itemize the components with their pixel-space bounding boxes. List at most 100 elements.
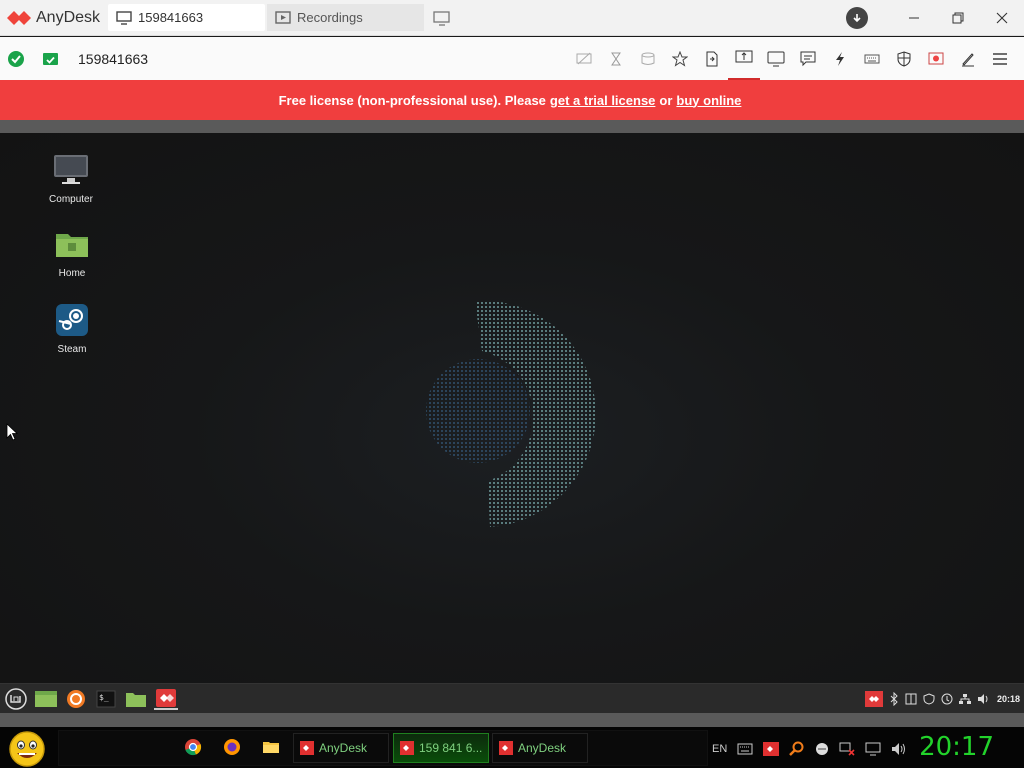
volume-icon[interactable] [977,693,989,705]
anydesk-launcher[interactable] [154,688,178,710]
network-disconnected-icon[interactable] [839,742,855,756]
mint-menu-icon [5,687,27,710]
anydesk-tray-icon[interactable] [864,691,883,707]
local-taskbar: AnyDesk 159 841 6... AnyDesk EN 20:17 [0,727,1024,768]
new-session-icon[interactable] [433,10,451,26]
remote-clock[interactable]: 20:18 [997,694,1020,704]
show-desktop-button[interactable] [34,688,58,710]
display-button[interactable] [760,37,792,80]
desktop-icon-steam[interactable]: Steam [37,303,107,355]
speedometer-icon[interactable] [815,742,829,756]
desktop-icon-label: Steam [57,344,87,355]
tab-recordings[interactable]: Recordings [267,4,424,31]
download-button[interactable] [846,7,868,29]
license-banner: Free license (non-professional use). Ple… [0,80,1024,120]
display-icon[interactable] [865,742,881,756]
actions-icon [836,51,844,66]
firefox-icon[interactable] [223,738,241,756]
connection-ok-icon [8,50,24,67]
anydesk-icon [400,741,414,755]
title-bar: AnyDesk 159841663 Recordings [0,0,1024,36]
buy-online-link[interactable]: buy online [676,93,741,108]
chat-icon [800,51,816,66]
desktop-icon-home[interactable]: Home [37,229,107,279]
taskbar-item-anydesk[interactable]: AnyDesk [293,733,389,763]
tab-label: 159841663 [138,10,204,25]
files-icon [126,692,146,707]
bluetooth-icon[interactable] [889,692,899,706]
firefox-icon [67,689,85,708]
close-button[interactable] [980,0,1024,36]
terminal-launcher[interactable]: $_ [94,688,118,710]
actions-button[interactable] [824,37,856,80]
banner-text: Free license (non-professional use). Ple… [278,92,546,108]
privacy-button[interactable] [568,37,600,80]
file-explorer-icon[interactable] [262,738,280,756]
menu-button[interactable] [984,37,1016,80]
display-icon [767,51,785,66]
hourglass-button[interactable] [600,37,632,80]
computer-icon [54,155,88,184]
desktop-icon-label: Computer [49,194,93,205]
chat-button[interactable] [792,37,824,80]
search-icon[interactable] [789,741,805,757]
anydesk-icon [300,741,314,755]
tab-session[interactable]: 159841663 [108,4,265,31]
privacy-icon [576,52,592,64]
session-border-top [0,120,1024,133]
hourglass-icon [611,52,621,65]
volume-icon[interactable] [891,742,907,756]
keyboard-button[interactable] [856,37,888,80]
session-toolbar: 159841663 [0,37,1024,80]
restore-button[interactable] [936,0,980,36]
clipboard-icon[interactable] [905,693,917,705]
wallpaper-logo [426,300,596,527]
record-icon [928,52,944,64]
start-button[interactable] [8,731,46,767]
monitor-icon [116,10,132,25]
keyboard-icon [864,54,880,63]
switch-sides-button[interactable] [728,37,760,80]
anydesk-tray-icon[interactable] [763,742,780,756]
anydesk-icon [499,741,513,755]
anydesk-logo: AnyDesk [0,9,106,27]
favorite-icon [672,50,688,67]
trial-license-link[interactable]: get a trial license [550,93,656,108]
keyboard-icon[interactable] [737,743,753,755]
favorite-button[interactable] [664,37,696,80]
database-button[interactable] [632,37,664,80]
minimize-button[interactable] [892,0,936,36]
task-label: AnyDesk [319,741,368,755]
updates-icon[interactable] [941,693,953,705]
svg-text:$_: $_ [99,693,109,702]
taskbar-item-session[interactable]: 159 841 6... [393,733,489,763]
local-clock[interactable]: 20:17 [919,732,994,762]
mint-menu-button[interactable] [4,687,28,710]
restore-icon [952,12,964,24]
language-indicator[interactable]: EN [712,743,727,755]
desktop-icon-computer[interactable]: Computer [36,153,106,205]
network-icon[interactable] [958,693,971,705]
draw-button[interactable] [952,37,984,80]
download-icon [853,14,861,23]
chrome-icon[interactable] [184,738,202,756]
permissions-icon [897,50,911,67]
database-icon [641,52,655,65]
file-transfer-button[interactable] [696,37,728,80]
shield-icon[interactable] [923,693,935,705]
desktop-icon [35,690,57,707]
files-launcher[interactable] [124,688,148,710]
taskbar-item-anydesk-2[interactable]: AnyDesk [492,733,588,763]
file-transfer-icon [706,51,718,66]
mouse-cursor-icon [6,423,18,441]
firefox-launcher[interactable] [64,688,88,710]
record-button[interactable] [920,37,952,80]
permissions-button[interactable] [888,37,920,80]
steam-icon [56,304,88,336]
switch-sides-icon [735,50,753,62]
task-label: AnyDesk [518,741,567,755]
task-label: 159 841 6... [419,741,483,755]
remote-status-icon [43,52,58,65]
remote-desktop[interactable]: Computer Home Steam [0,133,1024,683]
tab-label: Recordings [297,10,363,25]
